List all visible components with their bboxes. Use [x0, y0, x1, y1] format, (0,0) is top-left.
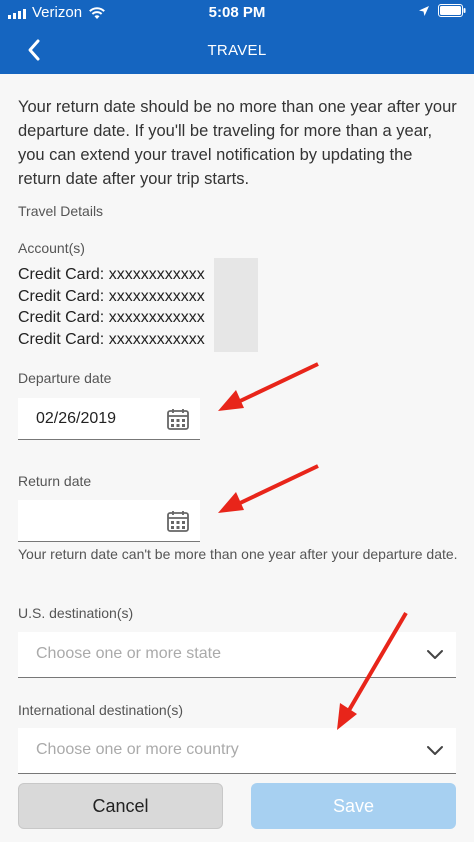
status-bar: Verizon 5:08 PM	[0, 0, 474, 26]
calendar-icon[interactable]	[166, 407, 190, 431]
intl-destination-label: International destination(s)	[18, 702, 183, 718]
us-destination-label: U.S. destination(s)	[18, 605, 134, 621]
location-arrow-icon	[419, 5, 429, 16]
calendar-icon[interactable]	[166, 509, 190, 533]
return-date-input[interactable]	[18, 500, 158, 542]
annotation-arrow	[218, 362, 319, 411]
chevron-down-icon	[427, 650, 443, 659]
battery-icon	[438, 4, 466, 17]
intl-destination-select[interactable]: Choose one or more country	[18, 728, 456, 774]
return-date-field[interactable]	[18, 500, 200, 542]
departure-date-label: Departure date	[18, 370, 112, 386]
us-destination-select[interactable]: Choose one or more state	[18, 632, 456, 678]
account-item: Credit Card: xxxxxxxxxxxx	[18, 266, 205, 283]
departure-date-field[interactable]	[18, 398, 200, 440]
save-button[interactable]: Save	[251, 783, 456, 829]
annotation-arrow	[218, 464, 319, 513]
page-title: TRAVEL	[207, 42, 267, 59]
account-item: Credit Card: xxxxxxxxxxxx	[18, 309, 205, 326]
account-item: Credit Card: xxxxxxxxxxxx	[18, 330, 205, 348]
account-item: Credit Card: xxxxxxxxxxxx	[18, 287, 205, 305]
intro-text: Your return date should be no more than …	[18, 98, 457, 188]
return-date-helper: Your return date can't be more than one …	[18, 546, 458, 562]
account-number-redaction	[214, 258, 258, 352]
travel-details-label: Travel Details	[18, 203, 104, 219]
cancel-button[interactable]: Cancel	[18, 783, 223, 829]
intl-destination-placeholder: Choose one or more country	[36, 741, 239, 758]
chevron-down-icon	[427, 746, 443, 755]
status-right	[418, 4, 466, 17]
accounts-list: Credit Card: xxxxxxxxxxxx Credit Card: x…	[18, 264, 205, 350]
accounts-label: Account(s)	[18, 240, 85, 256]
status-time: 5:08 PM	[208, 4, 266, 21]
us-destination-placeholder: Choose one or more state	[36, 645, 221, 662]
departure-date-input[interactable]	[18, 398, 158, 440]
return-date-label: Return date	[18, 473, 92, 489]
nav-bar: TRAVEL	[0, 26, 474, 74]
